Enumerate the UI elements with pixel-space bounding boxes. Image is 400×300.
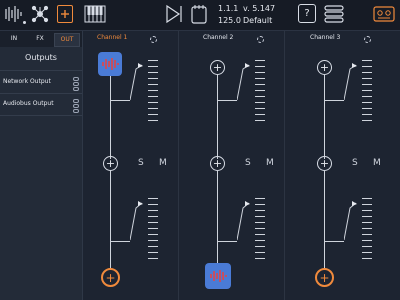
signal-line (324, 75, 325, 100)
nodes-icon[interactable] (29, 3, 51, 25)
channel-settings-icon[interactable] (150, 36, 157, 43)
version-label: v. 5.147 (243, 4, 276, 13)
channel-settings-icon[interactable] (364, 36, 371, 43)
solo-button[interactable]: S (352, 158, 358, 168)
plus-label: + (319, 270, 330, 285)
send-fader[interactable] (343, 201, 358, 241)
send-fader[interactable] (129, 201, 144, 241)
level-meter (255, 198, 265, 260)
level-meter (148, 60, 158, 122)
solo-button[interactable]: S (138, 158, 144, 168)
signal-line (217, 171, 218, 241)
channel-name[interactable]: Channel 1 (97, 34, 127, 41)
waveform-icon[interactable] (3, 3, 23, 25)
play-icon[interactable] (162, 3, 184, 25)
notepad-icon[interactable] (190, 3, 208, 25)
signal-line (217, 241, 237, 242)
signal-line (110, 76, 111, 100)
signal-line (217, 75, 218, 100)
output-item-label: Audiobus Output (3, 100, 54, 107)
output-item-audiobus[interactable]: Audiobus Output (0, 93, 82, 116)
signal-line (324, 241, 325, 269)
mute-button[interactable]: M (266, 158, 274, 168)
add-instrument-button[interactable]: + (210, 60, 225, 75)
plus-label: + (319, 157, 330, 170)
tab-in[interactable]: IN (2, 33, 26, 45)
channel-settings-icon[interactable] (257, 36, 264, 43)
channel-divider (284, 31, 285, 300)
add-output-button[interactable]: + (315, 268, 334, 287)
signal-line (324, 241, 344, 242)
level-meter (362, 60, 372, 122)
signal-line (110, 241, 111, 269)
signal-line (110, 171, 111, 241)
signal-line (217, 241, 218, 263)
channel-divider (178, 31, 179, 300)
plus-label: + (212, 157, 223, 170)
preset-name[interactable]: Default (243, 16, 272, 25)
help-icon-label: ? (304, 8, 310, 19)
output-item-label: Network Output (3, 78, 51, 85)
signal-line (110, 101, 111, 159)
signal-line (110, 241, 130, 242)
plus-label: + (212, 61, 223, 74)
level-meter (255, 60, 265, 122)
solo-button[interactable]: S (245, 158, 251, 168)
mute-button[interactable]: M (159, 158, 167, 168)
side-panel: IN FX OUT Outputs Network Output Audiobu… (0, 31, 83, 300)
level-meter (148, 198, 158, 260)
plus-label: + (319, 61, 330, 74)
add-instrument-button[interactable]: + (317, 60, 332, 75)
drag-handle-icon[interactable] (73, 99, 79, 114)
tempo-readout[interactable]: 125.0 (218, 16, 241, 25)
signal-line (110, 100, 130, 101)
drag-handle-icon[interactable] (73, 77, 79, 92)
channel-name[interactable]: Channel 3 (310, 34, 340, 41)
app-icon[interactable] (98, 52, 122, 76)
signal-line (324, 101, 325, 159)
tab-out[interactable]: OUT (54, 33, 80, 47)
position-readout: 1.1.1 (218, 4, 239, 13)
volume-fader[interactable] (129, 63, 144, 101)
signal-line (324, 100, 344, 101)
plus-label: + (105, 270, 116, 285)
volume-fader[interactable] (343, 63, 358, 101)
mute-button[interactable]: M (373, 158, 381, 168)
insert-effect-button[interactable]: + (103, 156, 118, 171)
volume-fader[interactable] (236, 63, 251, 101)
tab-fx[interactable]: FX (28, 33, 52, 45)
mixer-area: Channel 1 + S M + Channel 2 + + S M Chan… (83, 31, 400, 300)
keyboard-icon[interactable] (84, 3, 106, 25)
insert-effect-button[interactable]: + (317, 156, 332, 171)
output-item-network[interactable]: Network Output (0, 70, 82, 94)
add-output-button[interactable]: + (101, 268, 120, 287)
cassette-icon[interactable] (372, 3, 396, 25)
signal-line (324, 171, 325, 241)
menu-icon[interactable] (324, 3, 344, 25)
help-icon[interactable]: ? (298, 4, 316, 23)
signal-line (217, 100, 237, 101)
send-fader[interactable] (236, 201, 251, 241)
output-app-icon[interactable] (205, 263, 231, 289)
level-meter (362, 198, 372, 260)
top-toolbar: 1.1.1 125.0 v. 5.147 Default ? (0, 0, 400, 31)
insert-effect-button[interactable]: + (210, 156, 225, 171)
active-indicator-dot (23, 21, 26, 24)
channel-name[interactable]: Channel 2 (203, 34, 233, 41)
section-title: Outputs (25, 53, 57, 62)
signal-line (217, 101, 218, 159)
plus-label: + (105, 157, 116, 170)
add-box-icon[interactable] (57, 5, 73, 23)
